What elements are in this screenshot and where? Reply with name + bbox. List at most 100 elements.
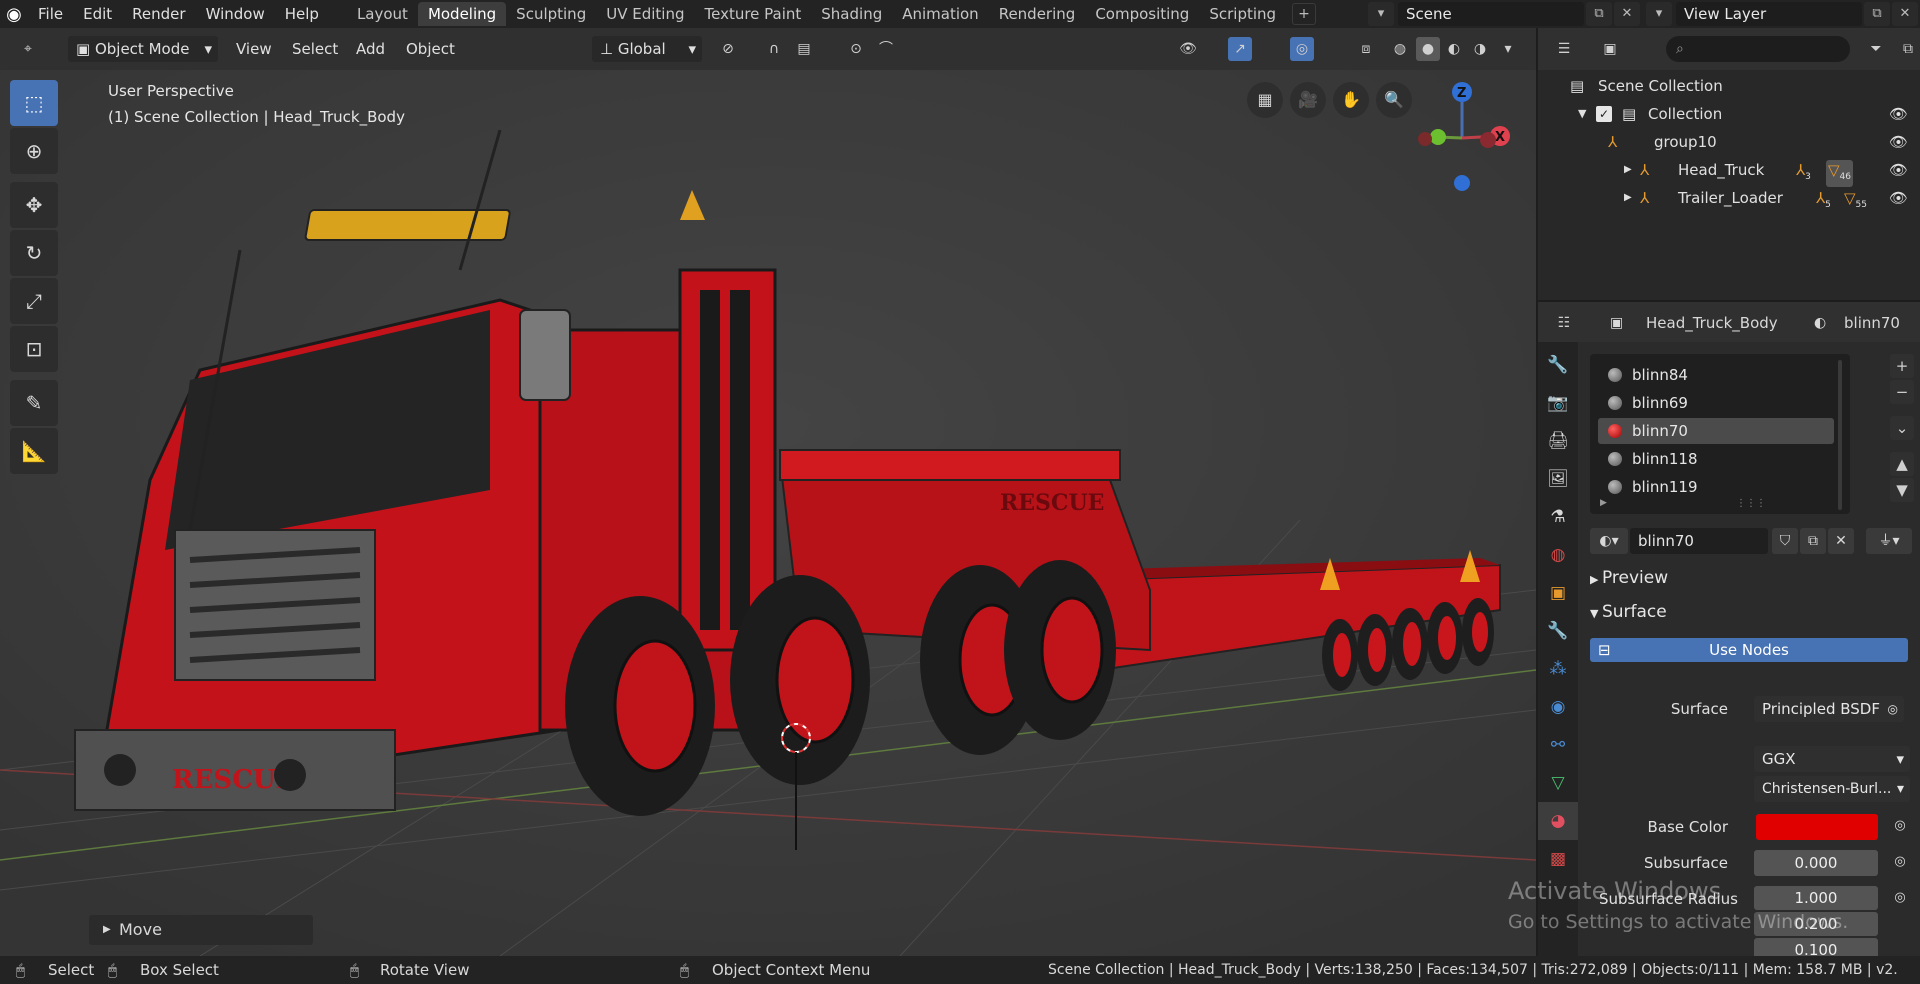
remove-slot-button[interactable]: − (1890, 380, 1914, 404)
material-tab-icon[interactable]: ◕ (1538, 802, 1578, 840)
pan-view-icon[interactable]: ✋ (1333, 82, 1369, 118)
last-operator-panel[interactable]: ▶ Move (89, 915, 313, 945)
tool-tab-icon[interactable]: 🔧 (1538, 346, 1578, 384)
list-item[interactable]: blinn119 (1598, 474, 1834, 500)
menu-view[interactable]: View (236, 36, 272, 62)
visibility-eye-icon[interactable]: 👁 (1889, 184, 1908, 212)
visibility-eye-icon[interactable]: 👁 (1889, 100, 1908, 128)
outliner-search-input[interactable]: ⌕ (1666, 36, 1850, 62)
visibility-eye-icon[interactable]: 👁 (1889, 156, 1908, 184)
material-slot-list[interactable]: blinn84 blinn69 blinn70 blinn118 blinn11… (1590, 354, 1850, 514)
rotate-tool-icon[interactable]: ↻ (10, 230, 58, 276)
world-tab-icon[interactable]: ◍ (1538, 536, 1578, 574)
delete-view-layer-icon[interactable]: ✕ (1892, 2, 1918, 26)
measure-tool-icon[interactable]: 📐 (10, 428, 58, 474)
grid-view-icon[interactable]: ▦ (1247, 82, 1283, 118)
outliner-row[interactable]: ▶ ⅄ Head_Truck ⅄3 ▽46 👁 (1538, 156, 1920, 187)
preview-panel-header[interactable]: ▶ Preview (1590, 564, 1910, 592)
scene-name-field[interactable]: Scene (1398, 2, 1584, 26)
menu-help[interactable]: Help (275, 0, 329, 28)
tab-layout[interactable]: Layout (347, 2, 418, 26)
gizmo-toggle-icon[interactable]: ↗ (1228, 37, 1252, 61)
view-layer-browse-icon[interactable]: ▾ (1646, 2, 1672, 26)
output-tab-icon[interactable]: 🖨 (1538, 422, 1578, 460)
overlays-toggle-icon[interactable]: ◎ (1290, 37, 1314, 61)
annotate-tool-icon[interactable]: ✎ (10, 380, 58, 426)
menu-add[interactable]: Add (356, 36, 385, 62)
tab-shading[interactable]: Shading (811, 2, 892, 26)
distribution-dropdown[interactable]: GGX ▾ (1754, 746, 1910, 772)
list-scrollbar[interactable] (1838, 360, 1842, 510)
tab-animation[interactable]: Animation (892, 2, 988, 26)
new-scene-icon[interactable]: ⧉ (1586, 2, 1612, 26)
exclude-checkbox[interactable]: ✓ (1596, 106, 1612, 122)
scene-tab-icon[interactable]: ⚗ (1538, 498, 1578, 536)
rendered-shading-icon[interactable]: ◑ (1468, 37, 1492, 61)
view-layer-tab-icon[interactable]: 🖼 (1538, 460, 1578, 498)
menu-window[interactable]: Window (196, 0, 275, 28)
menu-object[interactable]: Object (406, 36, 455, 62)
blender-logo-icon[interactable]: ◉ (0, 0, 28, 28)
outliner-row[interactable]: ▼ ✓ ▤ Collection 👁 (1538, 100, 1920, 128)
socket-dot-icon[interactable]: ◎ (1890, 888, 1910, 908)
menu-file[interactable]: File (28, 0, 73, 28)
list-resize-handle[interactable]: ⋮⋮⋮ (1736, 498, 1766, 509)
list-item[interactable]: blinn118 (1598, 446, 1834, 472)
outliner-row[interactable]: ▶ ⅄ Trailer_Loader ⅄5 ▽55 👁 (1538, 184, 1920, 212)
expand-triangle-icon[interactable]: ▶ (1624, 156, 1632, 184)
add-slot-button[interactable]: + (1890, 354, 1914, 378)
properties-editor-type-icon[interactable]: ☷ (1552, 311, 1576, 335)
falloff-icon[interactable]: ⌒ (874, 37, 898, 61)
tab-modeling[interactable]: Modeling (417, 2, 507, 26)
modifier-tab-icon[interactable]: 🔧 (1538, 612, 1578, 650)
collapse-triangle-icon[interactable]: ▼ (1578, 100, 1586, 128)
visibility-icon[interactable]: 👁 (1176, 37, 1200, 61)
delete-scene-icon[interactable]: ✕ (1614, 2, 1640, 26)
surface-panel-header[interactable]: ▼ Surface (1590, 598, 1910, 626)
camera-view-icon[interactable]: 🎥 (1290, 82, 1326, 118)
link-mode-icon[interactable]: ⏚▾ (1866, 528, 1912, 554)
cursor-tool-icon[interactable]: ⊕ (10, 128, 58, 174)
slot-specials-button[interactable]: ⌄ (1890, 416, 1914, 440)
material-shading-icon[interactable]: ◐ (1442, 37, 1466, 61)
subsurface-radius-z-field[interactable]: 0.100 (1754, 938, 1878, 956)
outliner-row[interactable]: ▤ Scene Collection (1538, 72, 1920, 100)
menu-select[interactable]: Select (292, 36, 338, 62)
subsurface-method-dropdown[interactable]: Christensen-Burl... ▾ (1754, 776, 1910, 802)
data-tab-icon[interactable]: ▽ (1538, 764, 1578, 802)
fake-user-icon[interactable]: ⛉ (1772, 528, 1798, 554)
material-name-field[interactable]: blinn70 (1630, 528, 1768, 554)
tab-texture-paint[interactable]: Texture Paint (694, 2, 811, 26)
move-tool-icon[interactable]: ✥ (10, 182, 58, 228)
list-item[interactable]: blinn69 (1598, 390, 1834, 416)
constraints-tab-icon[interactable]: ⚯ (1538, 726, 1578, 764)
unlink-material-icon[interactable]: ✕ (1828, 528, 1854, 554)
select-box-tool-icon[interactable]: ⬚ (10, 80, 58, 126)
tab-compositing[interactable]: Compositing (1085, 2, 1199, 26)
mode-dropdown[interactable]: ▣ Object Mode ▾ (68, 36, 218, 62)
render-tab-icon[interactable]: 📷 (1538, 384, 1578, 422)
list-expand-icon[interactable]: ▶ (1600, 498, 1607, 508)
wireframe-shading-icon[interactable]: ◍ (1388, 37, 1412, 61)
particles-tab-icon[interactable]: ⁂ (1538, 650, 1578, 688)
pivot-point-icon[interactable]: ⊘ (716, 37, 740, 61)
view-layer-field[interactable]: View Layer (1676, 2, 1862, 26)
menu-edit[interactable]: Edit (73, 0, 122, 28)
snap-icon[interactable]: ∩ (762, 37, 786, 61)
socket-dot-icon[interactable]: ◎ (1890, 816, 1910, 836)
subsurface-field[interactable]: 0.000 (1754, 850, 1878, 876)
texture-tab-icon[interactable]: ▩ (1538, 840, 1578, 878)
socket-dot-icon[interactable]: ◎ (1890, 852, 1910, 872)
3d-viewport[interactable]: RESCUE RESCUE Z X ⬚ ⊕ ✥ ↻ ⤢ ⊡ ✎ 📐 User P… (0, 70, 1536, 956)
duplicate-material-icon[interactable]: ⧉ (1800, 528, 1826, 554)
xray-toggle-icon[interactable]: ⧈ (1354, 37, 1378, 61)
move-slot-down-button[interactable]: ▼ (1890, 478, 1914, 502)
scene-browse-icon[interactable]: ▾ (1368, 2, 1394, 26)
list-item[interactable]: blinn84 (1598, 362, 1834, 388)
surface-shader-dropdown[interactable]: Principled BSDF ◎ (1754, 696, 1904, 722)
outliner-row[interactable]: ⅄ group10 👁 (1538, 128, 1920, 156)
tab-uv-editing[interactable]: UV Editing (596, 2, 694, 26)
display-mode-icon[interactable]: ▣ (1598, 37, 1622, 61)
physics-tab-icon[interactable]: ◉ (1538, 688, 1578, 726)
editor-type-icon[interactable]: ⌖ (16, 37, 40, 61)
